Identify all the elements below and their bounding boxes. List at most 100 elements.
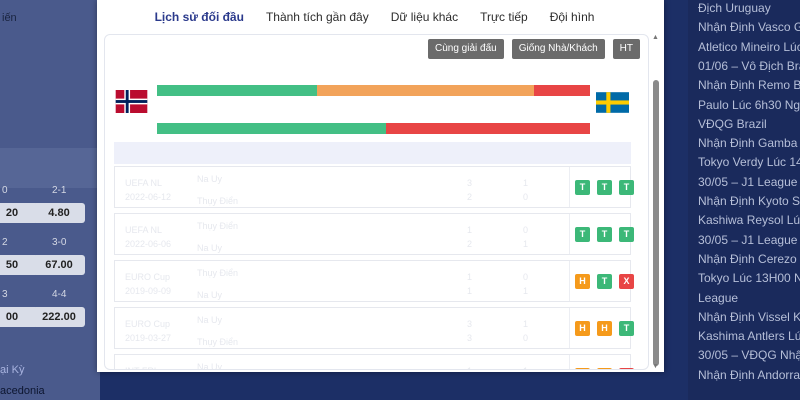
stat-bar-segment-red	[533, 85, 590, 96]
result-badge: T	[597, 180, 612, 195]
league-name: UEFA NL	[125, 225, 163, 235]
row-divider	[569, 355, 570, 369]
odds-value[interactable]: 67.00	[33, 255, 85, 275]
result-badge: H	[575, 321, 590, 336]
odds-header: 0	[2, 185, 8, 196]
news-item[interactable]: Nhận Định Cerezo O	[698, 250, 800, 269]
team-name: Thụy Điển	[197, 221, 239, 231]
result-badge: T	[619, 321, 634, 336]
score: 2	[467, 192, 473, 202]
news-item[interactable]: Nhận Định Vissel Ko	[698, 308, 800, 327]
news-item[interactable]: Nhận Định Vasco Gama	[698, 18, 800, 37]
side-link[interactable]: ại Kỳ	[0, 364, 24, 376]
result-badge: H	[597, 321, 612, 336]
match-table-header	[114, 142, 631, 164]
team-name: Thụy Điển	[197, 337, 239, 347]
half-time-score: 1	[523, 319, 529, 329]
side-link[interactable]: acedonia	[0, 385, 45, 397]
odds-header: 3	[2, 289, 8, 300]
same-league-filter-button[interactable]: Cùng giải đấu	[427, 39, 504, 59]
tab-other-data[interactable]: Dữ liệu khác	[391, 10, 458, 24]
league-name: INT FRL	[125, 366, 159, 369]
news-item[interactable]: 30/05 – J1 League	[698, 231, 800, 250]
news-item[interactable]: Tokyo Verdy Lúc 14h	[698, 153, 800, 172]
half-time-score: 1	[523, 286, 529, 296]
modal-scrollbar[interactable]: ▲ ▼	[651, 34, 661, 370]
score: 1	[467, 366, 472, 369]
result-badge: T	[597, 274, 612, 289]
scrollbar-thumb[interactable]	[653, 80, 659, 366]
news-item[interactable]: Kashiwa Reysol Lúc	[698, 211, 800, 230]
news-item[interactable]: Nhận Định Gamba O	[698, 134, 800, 153]
result-badge: X	[619, 368, 634, 369]
table-row[interactable]: EURO Cup 2019-09-09 Thụy Điển Na Uy 1 1 0 1 H T X	[114, 260, 634, 302]
row-divider	[569, 261, 570, 301]
result-badge: T	[575, 227, 590, 242]
news-item[interactable]: League	[698, 289, 800, 308]
same-home-away-filter-button[interactable]: Giống Nhà/Khách	[511, 39, 605, 59]
stat-bar-segment-green	[157, 123, 387, 134]
table-row[interactable]: INT FRL2017-06-14Na UyThụy Điển1110HHX	[114, 354, 634, 370]
news-item[interactable]: 30/05 – VĐQG Nhật	[698, 346, 800, 365]
score: 1	[467, 225, 473, 235]
half-time-score: 1	[523, 178, 529, 188]
tab-lineup[interactable]: Đội hình	[550, 10, 595, 24]
news-item[interactable]: Nhận Định Remo Be	[698, 76, 800, 95]
news-item[interactable]: Kashima Antlers Lúc	[698, 327, 800, 346]
news-item[interactable]: Địch Uruguay	[698, 0, 800, 18]
stat-bar-segment-green	[157, 85, 318, 96]
odds-value[interactable]: 222.00	[33, 307, 85, 327]
odds-header: 3-0	[52, 237, 67, 248]
score: 3	[467, 333, 473, 343]
stat-bar-goals	[157, 123, 590, 134]
result-badge: H	[575, 274, 590, 289]
filter-group: Cùng giải đấu Giống Nhà/Khách HT	[427, 39, 640, 59]
tab-recent-form[interactable]: Thành tích gần đây	[266, 10, 369, 24]
league-name: EURO Cup	[125, 272, 171, 282]
news-item[interactable]: Paulo Lúc 6h30 Ngà	[698, 96, 800, 115]
table-row[interactable]: EURO Cup 2019-03-27 Na Uy Thụy Điển 3 3 1 0 H H T	[114, 307, 634, 349]
result-badge: T	[575, 180, 590, 195]
result-badge: H	[575, 368, 590, 369]
tab-bar: Lịch sử đối đầu Thành tích gần đây Dữ li…	[97, 0, 664, 34]
news-item[interactable]: Nhận Định Kyoto Sa	[698, 192, 800, 211]
stat-bar-overall	[157, 85, 590, 96]
half-time-score: 0	[523, 333, 529, 343]
score: 3	[467, 178, 473, 188]
odds-value[interactable]: 4.80	[33, 203, 85, 223]
team-name: Na Uy	[197, 362, 223, 370]
score: 1	[467, 272, 473, 282]
tab-live[interactable]: Trực tiếp	[480, 10, 528, 24]
league-name: EURO Cup	[125, 319, 171, 329]
half-time-filter-button[interactable]: HT	[612, 39, 640, 59]
odds-band	[0, 148, 100, 188]
team-name: Na Uy	[197, 290, 223, 300]
table-row[interactable]: UEFA NL 2022-06-12 Na Uy Thụy Điển 3 2 1 0 T T T	[114, 166, 634, 208]
team-name: Thụy Điển	[197, 268, 239, 278]
table-row[interactable]: UEFA NL 2022-06-06 Thụy Điển Na Uy 1 2 0 1 T T T	[114, 213, 634, 255]
score: 2	[467, 239, 473, 249]
tab-head-to-head[interactable]: Lịch sử đối đầu	[155, 10, 244, 24]
head-to-head-modal: Lịch sử đối đầu Thành tích gần đây Dữ li…	[97, 0, 664, 372]
news-item[interactable]: Nhận Định Andorra	[698, 366, 800, 385]
odds-header: 2-1	[52, 185, 67, 196]
result-badge: T	[619, 227, 634, 242]
team-name: Thụy Điển	[197, 196, 239, 206]
scroll-up-icon[interactable]: ▲	[652, 34, 659, 41]
news-item[interactable]: Atletico Mineiro Lúc	[698, 38, 800, 57]
news-item[interactable]: 01/06 – Vô Địch Bra	[698, 57, 800, 76]
half-time-score: 1	[523, 239, 529, 249]
result-badge: T	[597, 227, 612, 242]
result-badge: H	[597, 368, 612, 369]
head-to-head-panel: Cùng giải đấu Giống Nhà/Khách HT UEFA NL…	[104, 34, 649, 370]
norway-flag-icon	[115, 90, 148, 113]
odds-header: 4-4	[52, 289, 67, 300]
match-date: 2019-03-27	[125, 333, 172, 343]
match-date: 2022-06-06	[125, 239, 172, 249]
news-item[interactable]: 30/05 – J1 League	[698, 173, 800, 192]
scroll-down-icon[interactable]: ▼	[652, 363, 659, 370]
news-item[interactable]: Tokyo Lúc 13H00 Ng	[698, 269, 800, 288]
result-badge: X	[619, 274, 634, 289]
half-time-score: 1	[523, 366, 528, 369]
news-item[interactable]: VĐQG Brazil	[698, 115, 800, 134]
